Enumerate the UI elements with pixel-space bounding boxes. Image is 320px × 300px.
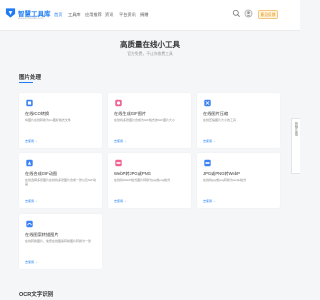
card-title: WebP转JPG或PNG (114, 171, 151, 176)
nav-news[interactable]: 资讯 (105, 12, 113, 18)
search-icon[interactable] (232, 9, 241, 18)
card-desc: 在线将jpg或png转换为webp格式 (203, 178, 247, 182)
card-title: 在线图案转描图片 (25, 232, 59, 237)
section-title-ocr: OCR文字识别 (19, 292, 54, 298)
tool-card-gif-merge[interactable]: 在线合成GIF动图 在线选择多张图片在线将多张图片合成一张以及GIF动画 去使用… (19, 153, 102, 208)
gif-icon (115, 99, 122, 107)
card-use-link[interactable]: 去使用 → (114, 139, 127, 143)
side-feedback-panel[interactable]: 投稿&反馈 (291, 118, 300, 174)
tool-card-compress[interactable]: 在线图片压缩 在线压缩图片大小的工具 去使用 → (197, 93, 280, 148)
tool-card-jpg-to-webp[interactable]: JPG或PNG转WebP 在线将jpg或png转换为webp格式 去使用 → (197, 153, 280, 208)
webp-icon (115, 159, 122, 167)
section-underline (19, 82, 33, 83)
top-header: 智慧工具库 www.zhihuitile.com 首页 工具库 应用推荐 资讯 … (0, 0, 300, 31)
ico-icon (26, 99, 33, 107)
card-use-link[interactable]: 去使用 → (203, 139, 216, 143)
card-title: 在线合成GIF动图 (25, 171, 58, 176)
logo-icon[interactable] (5, 7, 16, 19)
card-use-link[interactable]: 去使用 → (25, 199, 38, 203)
card-use-link[interactable]: 去使用 → (203, 199, 216, 203)
compress-icon (204, 99, 211, 107)
card-desc: 在线转换图片，免费在线图案转换图片转换为一张 (25, 239, 92, 243)
nav-donate[interactable]: 捐赠 (140, 12, 148, 18)
nav-tools[interactable]: 工具库 (68, 12, 81, 18)
hero-subtitle: 官方免费，不让你收费工具 (127, 52, 173, 56)
gif-merge-icon (26, 159, 33, 167)
tool-card-webp-to-jpg[interactable]: WebP转JPG或PNG 在线将WebP格式图片转换为jpg或png格式 去使用… (108, 153, 191, 208)
user-icon[interactable] (244, 9, 253, 18)
nav-recommend[interactable]: 应用推荐 (85, 12, 102, 18)
card-use-link[interactable]: 去使用 → (25, 260, 38, 264)
card-title: 在线图片压缩 (203, 111, 229, 116)
webp-convert-icon (204, 159, 211, 167)
tool-card-trace[interactable]: 在线图案转描图片 在线转换图片，免费在线图案转换图片转换为一张 去使用 → (19, 214, 102, 269)
card-title: JPG或PNG转WebP (203, 171, 240, 176)
card-title: 在线ICO转换 (25, 111, 50, 116)
feedback-button[interactable]: 意见反馈 (258, 10, 278, 19)
card-desc: 将图片在线转换为ico图标格式文件 (25, 118, 71, 122)
card-use-link[interactable]: 去使用 → (114, 199, 127, 203)
logo-subtitle: www.zhihuitile.com (18, 16, 44, 20)
tool-card-ico[interactable]: 在线ICO转换 将图片在线转换为ico图标格式文件 去使用 → (19, 93, 102, 148)
card-desc: 在线选择多张图片在线将多张图片合成一张以及GIF动画 (25, 178, 96, 186)
hero-title: 高质量在线小工具 (120, 40, 180, 49)
card-desc: 在线将多张图片合成为GIF格式的GIF图片大小 (114, 118, 175, 122)
nav-platform-news[interactable]: 平台资讯 (119, 12, 136, 18)
side-feedback-label: 投稿&反馈 (294, 122, 299, 137)
nav-home[interactable]: 首页 (54, 12, 62, 18)
trace-icon (26, 220, 33, 228)
tool-card-gif[interactable]: 在线生成GIF图片 在线将多张图片合成为GIF格式的GIF图片大小 去使用 → (108, 93, 191, 148)
card-desc: 在线将WebP格式图片转换为jpg或png格式 (114, 178, 171, 182)
section-title-image: 图片处理 (19, 75, 42, 81)
card-use-link[interactable]: 去使用 → (25, 139, 38, 143)
card-desc: 在线压缩图片大小的工具 (203, 118, 237, 122)
card-title: 在线生成GIF图片 (114, 111, 147, 116)
